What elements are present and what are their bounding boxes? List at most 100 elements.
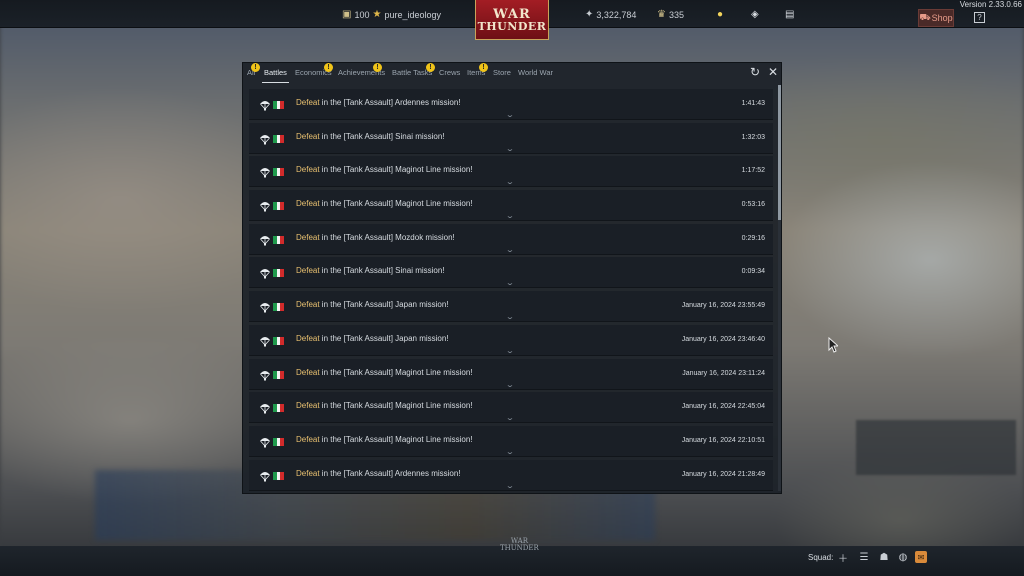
- entry-time: 0:09:34: [741, 268, 765, 276]
- italy-flag-icon: [273, 437, 285, 446]
- entry-result: Defeat: [296, 434, 320, 444]
- add-icon[interactable]: ＋: [837, 551, 849, 565]
- profile-button[interactable]: ◈: [751, 9, 759, 20]
- italy-flag-icon: [273, 404, 285, 413]
- parachute-icon: [260, 134, 270, 145]
- cart-icon: ⛟: [919, 12, 931, 22]
- entry-time: 0:29:16: [741, 234, 765, 242]
- expand-chevron-icon[interactable]: ⌄: [505, 178, 514, 186]
- log-entry[interactable]: Defeat in the [Tank Assault] Mozdok miss…: [249, 223, 773, 255]
- items-icon: ▤: [785, 9, 795, 20]
- entry-time: 1:32:03: [741, 133, 765, 141]
- golden-eagles-balance[interactable]: ♛ 335: [657, 9, 684, 20]
- refresh-icon[interactable]: ↻: [748, 65, 762, 79]
- tab-battle-tasks[interactable]: Battle Tasks !: [392, 63, 435, 77]
- expand-chevron-icon[interactable]: ⌄: [505, 279, 514, 287]
- log-entry[interactable]: Defeat in the [Tank Assault] Maginot Lin…: [249, 358, 773, 390]
- lightbulb-button[interactable]: ●: [717, 9, 723, 20]
- expand-chevron-icon[interactable]: ⌄: [505, 212, 514, 220]
- list-icon[interactable]: ☰: [858, 551, 870, 563]
- entry-result: Defeat: [296, 333, 320, 343]
- log-entry[interactable]: Defeat in the [Tank Assault] Sinai missi…: [249, 257, 773, 289]
- entry-icons: [259, 301, 285, 313]
- entry-result: Defeat: [296, 98, 320, 107]
- expand-chevron-icon[interactable]: ⌄: [505, 246, 514, 254]
- entry-time: January 16, 2024 23:46:40: [681, 335, 765, 343]
- shop-button[interactable]: ⛟ Shop: [918, 9, 954, 27]
- expand-chevron-icon[interactable]: ⌄: [505, 145, 514, 153]
- parachute-icon: [260, 471, 270, 482]
- close-icon[interactable]: ✕: [766, 65, 780, 79]
- italy-flag-icon: [273, 101, 285, 109]
- log-entry[interactable]: Defeat in the [Tank Assault] Sinai missi…: [249, 122, 773, 154]
- entry-message: Defeat in the [Tank Assault] Ardennes mi…: [296, 469, 461, 478]
- log-entry[interactable]: Defeat in the [Tank Assault] Maginot Lin…: [249, 190, 773, 222]
- expand-chevron-icon[interactable]: ⌄: [505, 313, 514, 321]
- entry-time: January 16, 2024 21:28:49: [681, 470, 765, 478]
- log-scroll-thumb[interactable]: [778, 85, 781, 220]
- log-entry[interactable]: Defeat in the [Tank Assault] Maginot Lin…: [249, 425, 773, 457]
- entry-text: in the [Tank Assault] Maginot Line missi…: [319, 199, 473, 209]
- shop-label: Shop: [931, 13, 953, 23]
- log-entry[interactable]: Defeat in the [Tank Assault] Ardennes mi…: [249, 459, 773, 491]
- contacts-icon[interactable]: ☗: [878, 551, 890, 563]
- logo-line2: THUNDER: [477, 19, 547, 33]
- tab-world-war[interactable]: World War: [518, 68, 553, 77]
- log-entry[interactable]: Defeat in the [Tank Assault] Japan missi…: [249, 291, 773, 323]
- consumable-slots-background: [856, 420, 1016, 475]
- silver-lions-balance[interactable]: ✦ 3,322,784: [585, 9, 636, 20]
- entry-result: Defeat: [296, 165, 320, 175]
- username: pure_ideology: [384, 9, 441, 20]
- log-entry[interactable]: Defeat in the [Tank Assault] Japan missi…: [249, 324, 773, 356]
- italy-flag-icon: [273, 235, 285, 244]
- entry-result: Defeat: [296, 367, 320, 377]
- items-button[interactable]: ▤: [785, 9, 794, 20]
- entry-message: Defeat in the [Tank Assault] Maginot Lin…: [296, 199, 473, 208]
- parachute-icon: [260, 168, 270, 178]
- entry-time: January 16, 2024 22:10:51: [681, 436, 765, 444]
- log-entry[interactable]: Defeat in the [Tank Assault] Ardennes mi…: [249, 89, 773, 120]
- parachute-icon: [260, 370, 270, 380]
- entry-message: Defeat in the [Tank Assault] Mozdok miss…: [296, 233, 455, 242]
- war-thunder-logo[interactable]: WAR THUNDER: [475, 0, 549, 40]
- entry-time: January 16, 2024 23:55:49: [681, 302, 765, 310]
- tab-items[interactable]: Items !: [467, 63, 488, 77]
- tab-all[interactable]: All !: [247, 63, 260, 77]
- entry-result: Defeat: [296, 199, 320, 209]
- tab-crews[interactable]: Crews: [439, 68, 460, 77]
- expand-chevron-icon[interactable]: ⌄: [505, 111, 514, 119]
- entry-text: in the [Tank Assault] Sinai mission!: [319, 131, 445, 141]
- log-entry[interactable]: Defeat in the [Tank Assault] Maginot Lin…: [249, 392, 773, 424]
- log-entry[interactable]: Defeat in the [Tank Assault] Maginot Lin…: [249, 156, 773, 188]
- expand-chevron-icon[interactable]: ⌄: [505, 414, 514, 422]
- entry-message: Defeat in the [Tank Assault] Maginot Lin…: [296, 165, 473, 174]
- entry-text: in the [Tank Assault] Maginot Line missi…: [319, 401, 473, 411]
- expand-chevron-icon[interactable]: ⌄: [505, 381, 514, 389]
- log-scrollbar[interactable]: [778, 85, 781, 491]
- mail-icon[interactable]: ✉: [915, 551, 927, 563]
- expand-chevron-icon[interactable]: ⌄: [505, 482, 514, 490]
- entry-time: 0:53:16: [741, 201, 765, 209]
- chat-icon[interactable]: ◍: [897, 551, 909, 563]
- entry-icons: [259, 99, 285, 111]
- tab-battles[interactable]: Battles: [262, 68, 289, 83]
- squad-label: Squad:: [808, 553, 834, 562]
- entry-message: Defeat in the [Tank Assault] Maginot Lin…: [296, 401, 473, 410]
- entry-text: in the [Tank Assault] Japan mission!: [319, 300, 449, 310]
- entry-result: Defeat: [296, 300, 320, 310]
- silver-lions-icon: ✦: [585, 9, 594, 20]
- entry-result: Defeat: [296, 401, 320, 411]
- player-rank[interactable]: ▣ 100 ★ pure_ideology: [342, 9, 441, 20]
- expand-chevron-icon[interactable]: ⌄: [505, 347, 514, 355]
- entry-result: Defeat: [296, 131, 320, 141]
- help-button[interactable]: ?: [974, 12, 985, 23]
- tab-store[interactable]: Store: [493, 68, 511, 77]
- expand-chevron-icon[interactable]: ⌄: [505, 448, 514, 456]
- entry-time: January 16, 2024 23:11:24: [682, 369, 765, 377]
- entry-text: in the [Tank Assault] Japan mission!: [319, 333, 449, 343]
- italy-flag-icon: [273, 303, 285, 312]
- tab-achievements[interactable]: Achievements !: [338, 63, 385, 77]
- tab-economics[interactable]: Economics !: [295, 63, 333, 77]
- entry-icons: [259, 267, 285, 279]
- entry-text: in the [Tank Assault] Sinai mission!: [319, 266, 445, 276]
